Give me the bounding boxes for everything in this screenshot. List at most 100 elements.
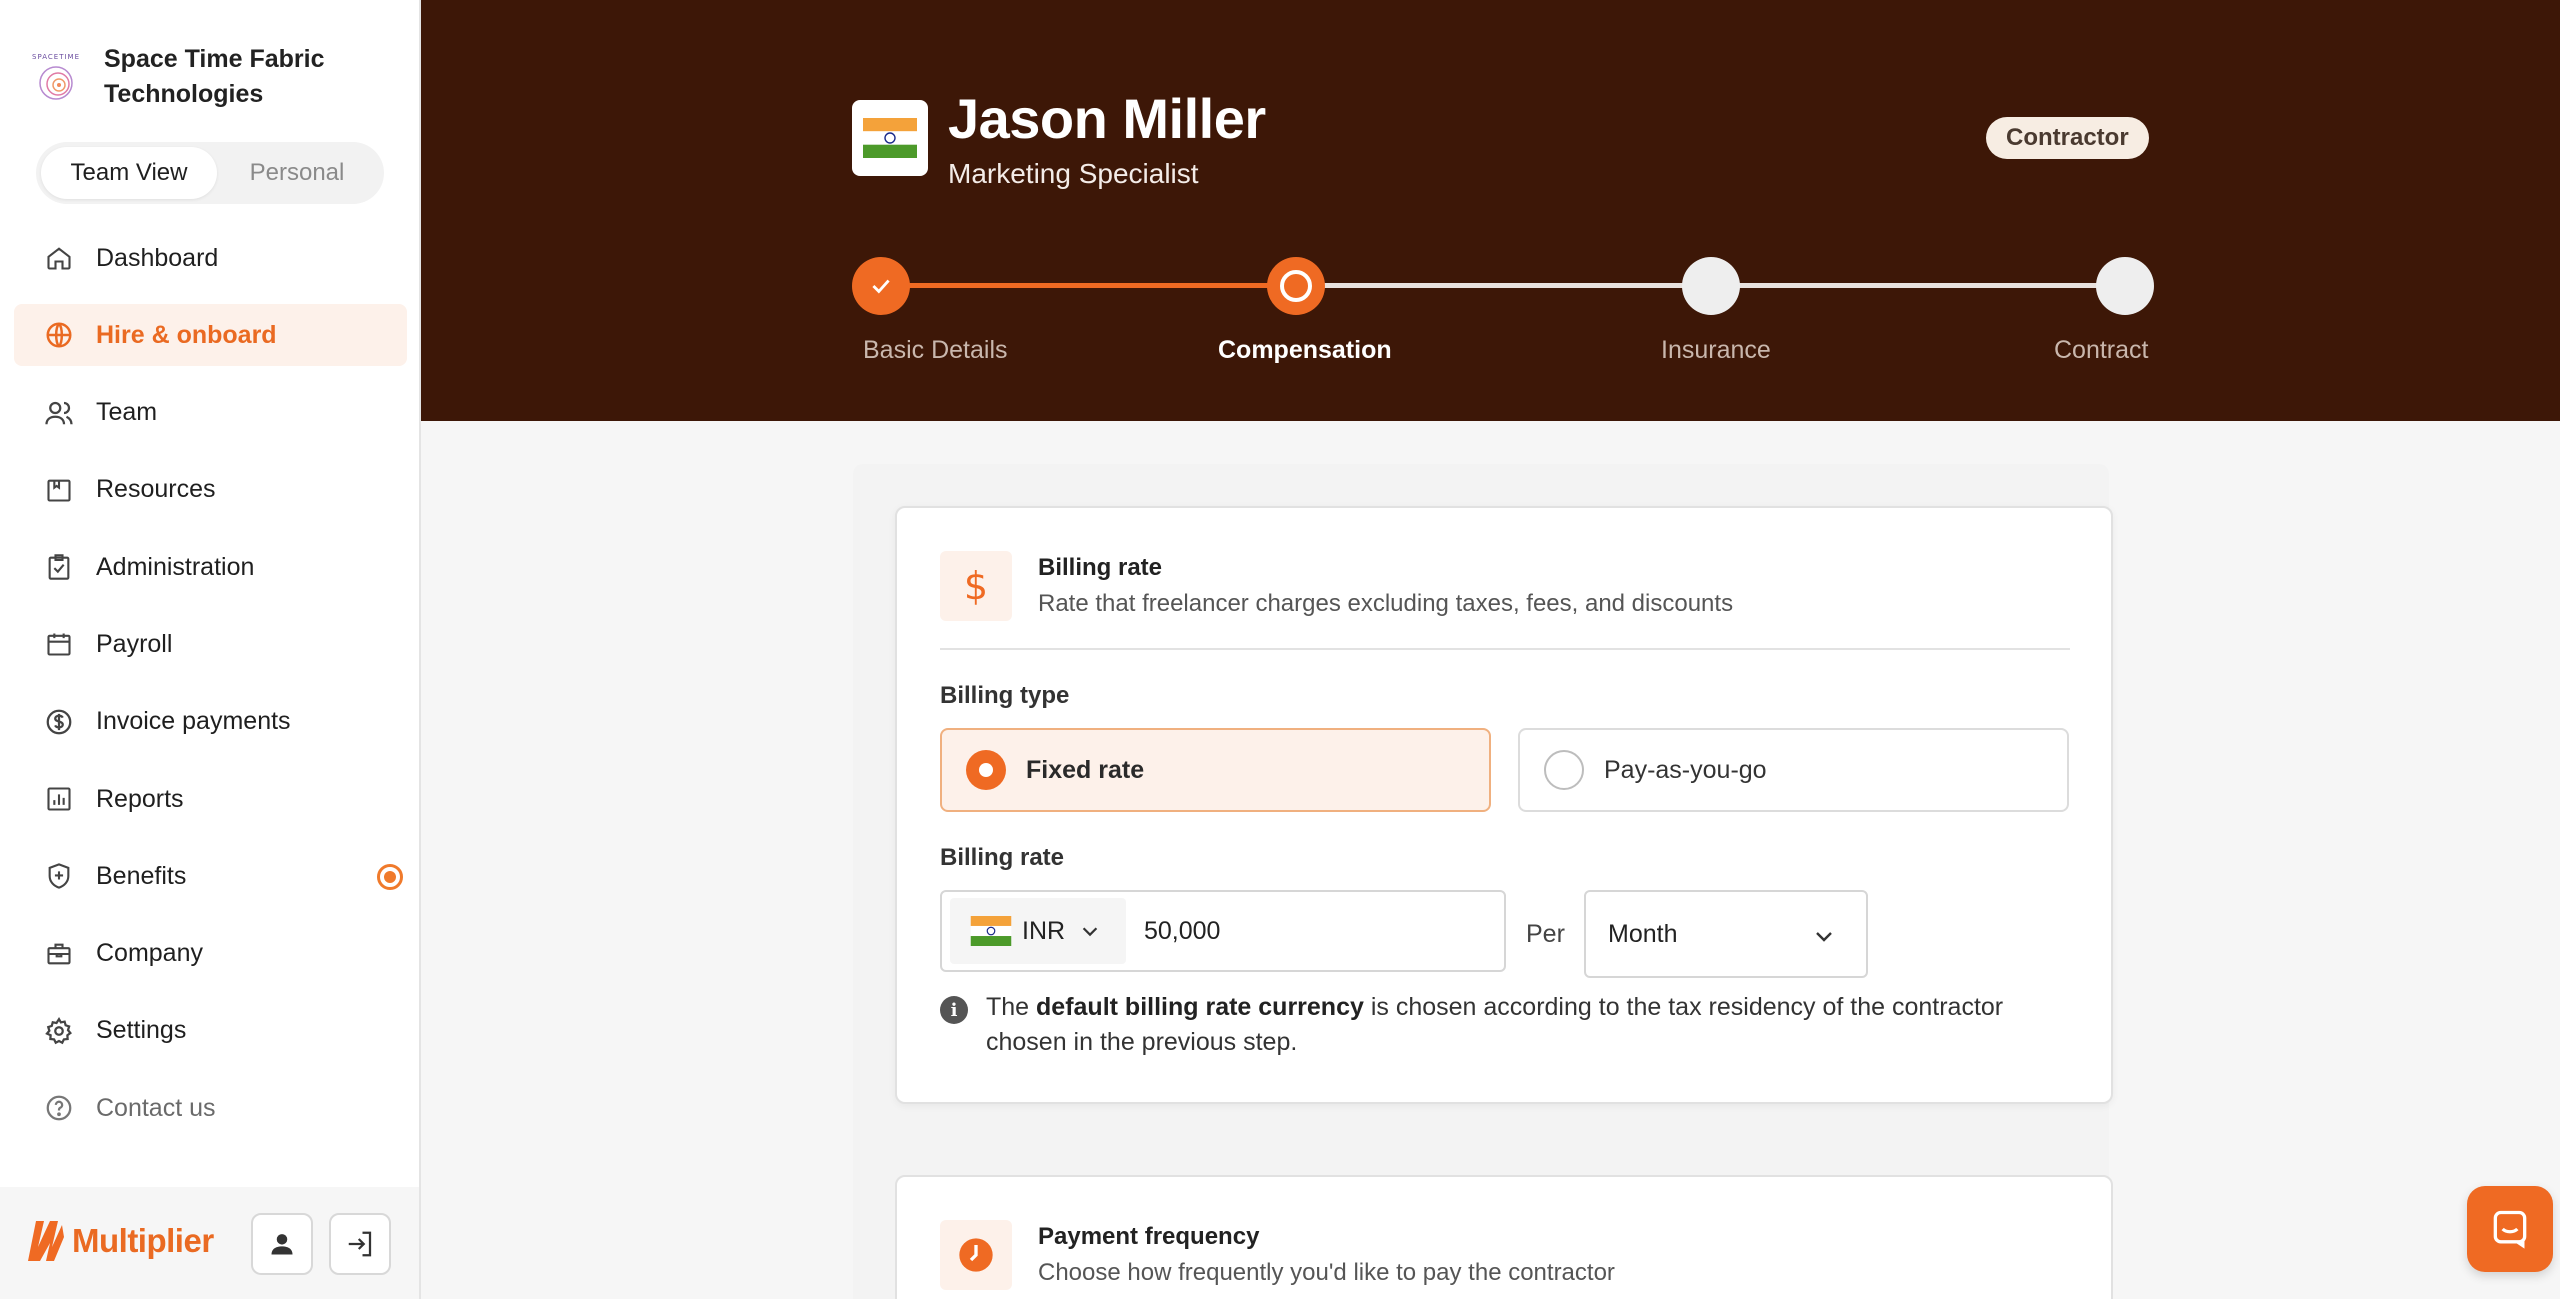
clock-glyph-icon — [959, 1238, 993, 1272]
support-chat-button[interactable] — [2467, 1186, 2553, 1272]
briefcase-icon — [42, 937, 76, 971]
country-flag — [852, 100, 928, 176]
sidebar-item-label: Hire & onboard — [96, 320, 277, 349]
payment-frequency-card: Payment frequency Choose how frequently … — [895, 1175, 2113, 1299]
radio-selected-icon — [966, 750, 1006, 790]
section-title: Payment frequency — [1038, 1223, 1260, 1250]
clipboard-check-icon — [42, 550, 76, 584]
logout-button[interactable] — [329, 1213, 391, 1275]
step-label-insurance: Insurance — [1661, 336, 1771, 364]
check-icon — [872, 279, 890, 294]
sidebar-item-contact-us[interactable]: Contact us — [14, 1077, 407, 1139]
radio-unselected-icon — [1544, 750, 1584, 790]
org-switcher[interactable]: SPACETIME Space Time Fabric Technologies — [30, 42, 404, 112]
currency-info-note: i The default billing rate currency is c… — [940, 990, 2060, 1060]
org-logo: SPACETIME — [30, 43, 82, 111]
notification-dot-icon — [377, 864, 403, 891]
info-text-bold: default billing rate currency — [1036, 993, 1364, 1021]
logout-icon — [348, 1231, 372, 1257]
sidebar-item-label: Contact us — [96, 1093, 216, 1122]
option-label: Fixed rate — [1026, 755, 1145, 784]
step-contract[interactable] — [2096, 257, 2154, 315]
step-label-compensation: Compensation — [1218, 336, 1392, 364]
sidebar-item-company[interactable]: Company — [14, 923, 407, 985]
contractor-role: Marketing Specialist — [948, 158, 1199, 189]
info-icon: i — [940, 996, 968, 1024]
sidebar: SPACETIME Space Time Fabric Technologies… — [0, 0, 421, 1299]
period-select[interactable]: Month — [1584, 890, 1868, 978]
spiral-logo-icon — [39, 66, 73, 100]
sidebar-item-label: Resources — [96, 475, 216, 504]
profile-button[interactable] — [251, 1213, 313, 1275]
sidebar-item-invoice-payments[interactable]: Invoice payments — [14, 691, 407, 753]
period-value: Month — [1608, 919, 1678, 948]
section-title: Billing rate — [1038, 554, 1163, 581]
per-label: Per — [1526, 920, 1565, 948]
billing-type-pay-as-you-go[interactable]: Pay-as-you-go — [1518, 728, 2069, 812]
sidebar-item-reports[interactable]: Reports — [14, 768, 407, 830]
sidebar-item-label: Reports — [96, 784, 184, 813]
sidebar-nav: Dashboard Hire & onboard Team Resources … — [14, 227, 407, 1155]
billing-type-fixed-rate[interactable]: Fixed rate — [940, 728, 1491, 812]
sidebar-item-label: Team — [96, 398, 158, 427]
team-view-toggle[interactable]: Team View — [41, 147, 217, 199]
billing-rate-card: $ Billing rate Rate that freelancer char… — [895, 506, 2113, 1104]
sidebar-item-administration[interactable]: Administration — [14, 536, 407, 598]
gear-icon — [42, 1014, 76, 1048]
clock-icon — [940, 1220, 1012, 1290]
sidebar-footer: Multiplier — [0, 1187, 419, 1299]
calendar-icon — [42, 627, 76, 661]
step-compensation[interactable] — [1267, 257, 1325, 315]
chat-icon — [2493, 1210, 2527, 1249]
step-basic-details[interactable] — [852, 257, 910, 315]
billing-type-label: Billing type — [940, 682, 1070, 709]
sidebar-item-label: Administration — [96, 552, 255, 581]
users-icon — [42, 396, 76, 430]
sidebar-item-label: Payroll — [96, 629, 173, 658]
sidebar-item-label: Dashboard — [96, 243, 219, 272]
rate-amount-input[interactable]: 50,000 — [1144, 917, 1220, 946]
chevron-down-icon — [1816, 932, 1832, 942]
sidebar-item-settings[interactable]: Settings — [14, 1000, 407, 1062]
section-subtitle: Rate that freelancer charges excluding t… — [1038, 590, 1734, 617]
info-text: The default billing rate currency is cho… — [986, 990, 2060, 1060]
sidebar-item-team[interactable]: Team — [14, 382, 407, 444]
shield-plus-icon — [42, 859, 76, 893]
brand-name: Multiplier — [72, 1222, 214, 1259]
org-name: Space Time Fabric Technologies — [104, 45, 325, 108]
currency-select[interactable]: INR — [950, 898, 1126, 964]
sidebar-item-hire-onboard[interactable]: Hire & onboard — [14, 304, 407, 367]
question-circle-icon — [42, 1091, 76, 1125]
dollar-icon: $ — [940, 551, 1012, 621]
billing-rate-label: Billing rate — [940, 844, 1065, 871]
onboarding-header: Jason Miller Marketing Specialist Contra… — [421, 0, 2560, 421]
brand-logo: Multiplier — [26, 1217, 214, 1265]
sidebar-item-dashboard[interactable]: Dashboard — [14, 227, 407, 289]
dollar-circle-icon — [42, 705, 76, 739]
section-divider — [940, 648, 2070, 650]
india-flag-icon — [863, 118, 917, 158]
view-toggle: Team View Personal — [36, 142, 384, 204]
globe-icon — [42, 318, 76, 352]
sidebar-item-benefits[interactable]: Benefits — [14, 845, 407, 907]
step-insurance[interactable] — [1682, 257, 1740, 315]
employment-type-badge: Contractor — [1986, 117, 2149, 159]
sidebar-item-resources[interactable]: Resources — [14, 459, 407, 521]
personal-view-toggle[interactable]: Personal — [217, 147, 377, 199]
india-flag-icon — [970, 916, 1012, 946]
stepper-progress-line — [881, 283, 1295, 288]
chevron-down-icon — [1082, 927, 1098, 937]
multiplier-logo-icon — [28, 1221, 64, 1261]
section-subtitle: Choose how frequently you'd like to pay … — [1038, 1259, 1615, 1286]
step-label-basic-details: Basic Details — [863, 336, 1008, 364]
option-label: Pay-as-you-go — [1604, 755, 1767, 784]
user-icon — [271, 1234, 293, 1255]
sidebar-item-label: Invoice payments — [96, 707, 291, 736]
billing-rate-input-group: INR 50,000 — [940, 890, 1506, 972]
org-logo-text: SPACETIME — [32, 53, 80, 61]
sidebar-item-payroll[interactable]: Payroll — [14, 613, 407, 675]
sidebar-item-label: Settings — [96, 1016, 187, 1045]
sidebar-item-label: Benefits — [96, 861, 187, 890]
info-text-prefix: The — [986, 993, 1037, 1021]
resources-icon — [42, 473, 76, 507]
